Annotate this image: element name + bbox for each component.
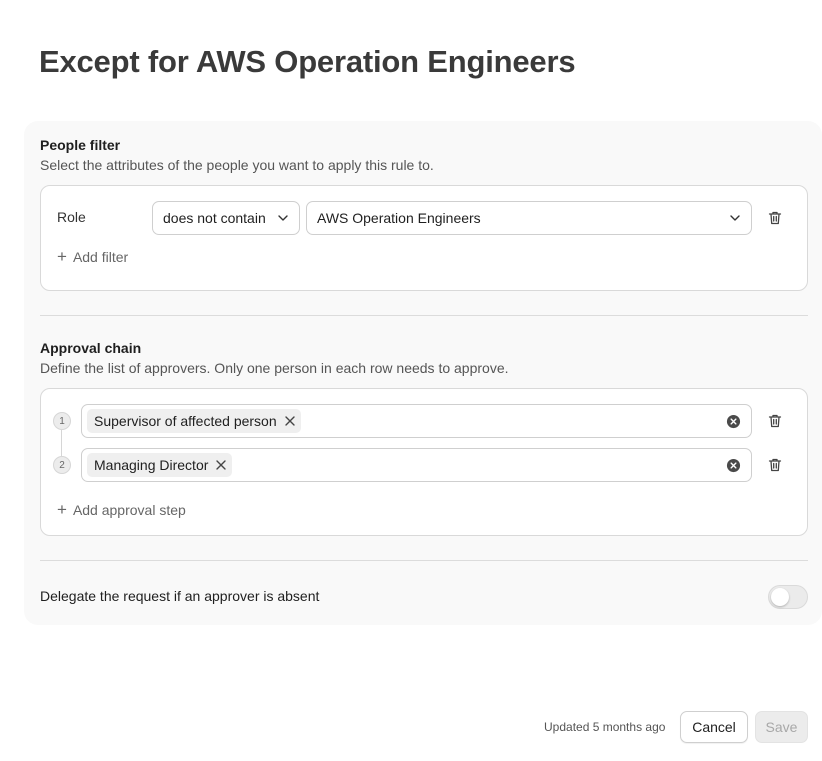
step-number-badge: 2	[53, 456, 71, 474]
updated-status: Updated 5 months ago	[544, 720, 666, 734]
add-filter-label: Add filter	[72, 249, 129, 265]
clear-circle-icon[interactable]	[726, 458, 741, 473]
people-filter-title: People filter	[40, 137, 121, 153]
chevron-down-icon	[730, 215, 740, 221]
people-filter-description: Select the attributes of the people you …	[40, 157, 434, 173]
approval-chain-card: 1 Supervisor of affected person 2 Managi…	[40, 388, 808, 536]
delegate-label: Delegate the request if an approver is a…	[40, 588, 320, 604]
approver-chip-label: Supervisor of affected person	[94, 413, 277, 429]
delegate-toggle[interactable]	[768, 585, 808, 609]
approver-chip: Supervisor of affected person	[87, 409, 301, 433]
section-divider	[40, 315, 808, 316]
approval-chain-description: Define the list of approvers. Only one p…	[40, 360, 509, 376]
approver-input-step-2[interactable]: Managing Director	[81, 448, 752, 482]
filter-operator-value: does not contain	[163, 210, 266, 226]
clear-circle-icon[interactable]	[726, 414, 741, 429]
filter-attribute-label: Role	[57, 209, 86, 225]
filter-operator-select[interactable]: does not contain	[152, 201, 300, 235]
filter-value: AWS Operation Engineers	[317, 210, 481, 226]
filter-value-select[interactable]: AWS Operation Engineers	[306, 201, 752, 235]
save-button[interactable]: Save	[755, 711, 808, 743]
step-connector	[61, 430, 62, 456]
approver-chip-label: Managing Director	[94, 457, 209, 473]
remove-chip-close-icon[interactable]	[284, 416, 295, 426]
rule-panel: People filter Select the attributes of t…	[24, 121, 822, 625]
approver-input-step-1[interactable]: Supervisor of affected person	[81, 404, 752, 438]
remove-chip-close-icon[interactable]	[216, 460, 227, 470]
delete-step-trash-icon[interactable]	[767, 457, 783, 473]
step-number-badge: 1	[53, 412, 71, 430]
page-title: Except for AWS Operation Engineers	[39, 44, 576, 79]
add-approval-step-label: Add approval step	[72, 502, 186, 518]
add-approval-step-button[interactable]: + Add approval step	[57, 500, 186, 519]
toggle-knob	[771, 588, 789, 606]
plus-icon: +	[57, 500, 67, 519]
approver-chip: Managing Director	[87, 453, 233, 477]
delete-filter-trash-icon[interactable]	[767, 210, 783, 226]
approval-chain-title: Approval chain	[40, 340, 142, 356]
chevron-down-icon	[278, 215, 288, 221]
cancel-button[interactable]: Cancel	[680, 711, 748, 743]
section-divider	[40, 560, 808, 561]
people-filter-card: Role does not contain AWS Operation Engi…	[40, 185, 808, 291]
add-filter-button[interactable]: + Add filter	[57, 247, 129, 266]
plus-icon: +	[57, 247, 67, 266]
delete-step-trash-icon[interactable]	[767, 413, 783, 429]
